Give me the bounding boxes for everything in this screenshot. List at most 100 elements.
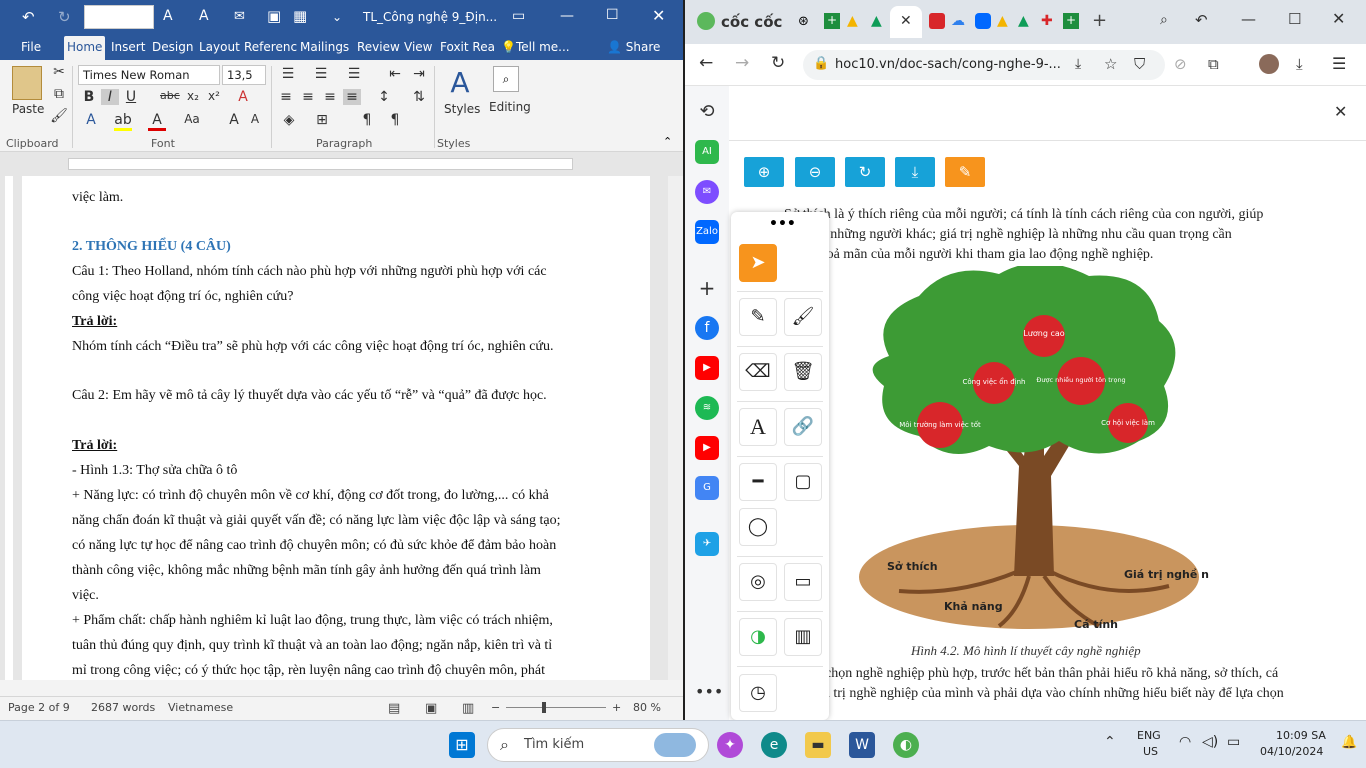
clock-time[interactable]: 10:09 SA — [1276, 729, 1326, 742]
zoom-in-button[interactable]: ⊕ — [744, 157, 784, 187]
strikethrough-icon[interactable]: abc — [160, 89, 180, 102]
translate-icon[interactable]: G — [695, 476, 719, 500]
paragraph-mark-icon[interactable]: ¶ — [358, 112, 376, 128]
facebook-icon[interactable]: f — [695, 316, 719, 340]
show-marks-icon[interactable]: ¶ — [386, 112, 404, 128]
superscript-icon[interactable]: x² — [205, 89, 223, 103]
customize-icon[interactable]: ⌄ — [332, 10, 342, 24]
taskbar-search[interactable]: ⌕ Tìm kiếm — [487, 728, 709, 762]
decrease-indent-icon[interactable]: ⇤ — [386, 66, 404, 82]
borders-icon[interactable]: ⊞ — [313, 112, 331, 128]
sheets-tab-icon[interactable]: + — [824, 13, 840, 29]
rectangle-tool[interactable]: ▢ — [784, 463, 822, 501]
web-layout-icon[interactable]: ▥ — [462, 701, 474, 716]
document-page[interactable]: việc làm. 2. THÔNG HIỂU (4 CÂU) Câu 1: T… — [22, 176, 650, 680]
drive-tab-icon[interactable]: ▲ — [997, 13, 1008, 29]
zoom-out-button[interactable]: ⊖ — [795, 157, 835, 187]
print-preview-icon[interactable]: ▦ — [293, 7, 307, 25]
font-size-select[interactable]: 13,5 — [222, 65, 266, 85]
menu-icon[interactable]: ☰ — [1332, 54, 1346, 73]
tab-references[interactable]: Referenc — [244, 40, 297, 54]
bold-icon[interactable]: B — [80, 89, 98, 105]
close-viewer-icon[interactable]: ✕ — [1334, 102, 1347, 121]
zalo-tab-icon[interactable] — [975, 13, 991, 29]
tab-mailings[interactable]: Mailings — [300, 40, 349, 54]
align-center-icon[interactable]: ≡ — [299, 89, 317, 105]
zoom-out-icon[interactable]: − — [491, 701, 500, 714]
shrink-font-icon[interactable]: A — [246, 112, 264, 126]
minimize-icon[interactable]: — — [560, 8, 574, 24]
increase-indent-icon[interactable]: ⇥ — [410, 66, 428, 82]
undo-icon[interactable]: ↶ — [22, 8, 35, 26]
tab-icon[interactable]: ✚ — [1041, 13, 1053, 29]
bullets-icon[interactable]: ☰ — [279, 66, 297, 82]
contrast-tool[interactable]: ◑ — [739, 618, 777, 656]
tell-me-search[interactable]: 💡Tell me... — [501, 40, 570, 54]
maximize-icon[interactable]: ☐ — [606, 7, 619, 23]
delete-tool[interactable]: 🗑 — [784, 353, 822, 391]
horizontal-ruler[interactable] — [0, 152, 683, 176]
multilevel-list-icon[interactable]: ☰ — [345, 66, 363, 82]
tab-layout[interactable]: Layout — [199, 40, 240, 54]
drive-tab-icon[interactable]: ▲ — [871, 13, 882, 29]
more-icon[interactable]: ••• — [695, 680, 723, 704]
save-icon[interactable]: ▣ — [267, 7, 281, 25]
drive-tab-icon[interactable]: ▲ — [847, 13, 858, 29]
hide-tool[interactable]: ◎ — [739, 563, 777, 601]
close-tab-icon[interactable]: ✕ — [900, 13, 912, 29]
notifications-icon[interactable]: 🔔 — [1341, 735, 1357, 750]
tab-review[interactable]: Review — [357, 40, 400, 54]
draw-button[interactable]: ✎ — [945, 157, 985, 187]
pointer-tool[interactable]: ➤ — [739, 244, 777, 282]
format-painter-icon[interactable]: A — [163, 8, 173, 24]
editing-label[interactable]: Editing — [489, 100, 531, 114]
tab-insert[interactable]: Insert — [111, 40, 145, 54]
highlight-icon[interactable]: A — [199, 8, 209, 24]
ribbon-options-icon[interactable]: ▭ — [512, 8, 525, 24]
input-language[interactable]: ENG — [1137, 729, 1161, 742]
zoom-slider[interactable] — [506, 707, 606, 708]
justify-icon[interactable]: ≡ — [343, 89, 361, 105]
install-icon[interactable]: ⤓ — [1075, 56, 1081, 72]
coccoc-taskbar-icon[interactable]: ◐ — [893, 732, 919, 758]
tab-design[interactable]: Design — [152, 40, 193, 54]
align-right-icon[interactable]: ≡ — [321, 89, 339, 105]
clock-date[interactable]: 04/10/2024 — [1260, 745, 1323, 758]
print-layout-icon[interactable]: ▣ — [425, 701, 437, 716]
font-size-box[interactable] — [84, 5, 154, 29]
clear-format-icon[interactable]: A — [234, 89, 252, 105]
share-button[interactable]: 👤 Share — [607, 40, 660, 54]
search-tabs-icon[interactable]: ⌕ — [1160, 12, 1168, 28]
styles-icon[interactable]: A — [447, 66, 473, 99]
ai-icon[interactable]: AI — [695, 140, 719, 164]
shading-icon[interactable]: ◈ — [280, 112, 298, 128]
download-button[interactable]: ⤓ — [895, 157, 935, 187]
font-color-icon[interactable]: A — [148, 112, 166, 131]
redo-icon[interactable]: ↻ — [58, 8, 71, 26]
spotify-icon[interactable]: ≋ — [695, 396, 719, 420]
line-tool[interactable]: ━ — [739, 463, 777, 501]
chevron-up-icon[interactable]: ⌃ — [1104, 734, 1116, 750]
format-painter-icon[interactable]: 🖌 — [50, 108, 68, 124]
new-tab-icon[interactable]: + — [1092, 10, 1107, 31]
grow-font-icon[interactable]: A — [225, 112, 243, 128]
highlight-color-icon[interactable]: ab — [114, 112, 132, 131]
reload-icon[interactable]: ↻ — [771, 53, 785, 73]
timer-tool[interactable]: ◷ — [739, 674, 777, 712]
document-area[interactable]: việc làm. 2. THÔNG HIỂU (4 CÂU) Câu 1: T… — [18, 176, 678, 680]
paste-icon[interactable] — [12, 66, 42, 100]
text-tool[interactable]: A — [739, 408, 777, 446]
forward-icon[interactable]: → — [735, 53, 749, 73]
cloud-tab-icon[interactable]: ☁ — [951, 13, 965, 29]
brush-tool[interactable]: 🖌 — [784, 298, 822, 336]
input-region[interactable]: US — [1143, 745, 1158, 758]
close-icon[interactable]: ✕ — [1332, 9, 1345, 28]
wifi-icon[interactable]: ◠ — [1179, 734, 1191, 750]
search-icon[interactable]: ⌕ — [493, 66, 519, 92]
youtube-icon[interactable]: ▶ — [695, 436, 719, 460]
read-mode-icon[interactable]: ▤ — [388, 701, 400, 716]
chatgpt-tab-icon[interactable]: ⊛ — [798, 14, 809, 29]
window-tool[interactable]: ▭ — [784, 563, 822, 601]
eraser-tool[interactable]: ⌫ — [739, 353, 777, 391]
battery-icon[interactable]: ▭ — [1227, 734, 1240, 750]
